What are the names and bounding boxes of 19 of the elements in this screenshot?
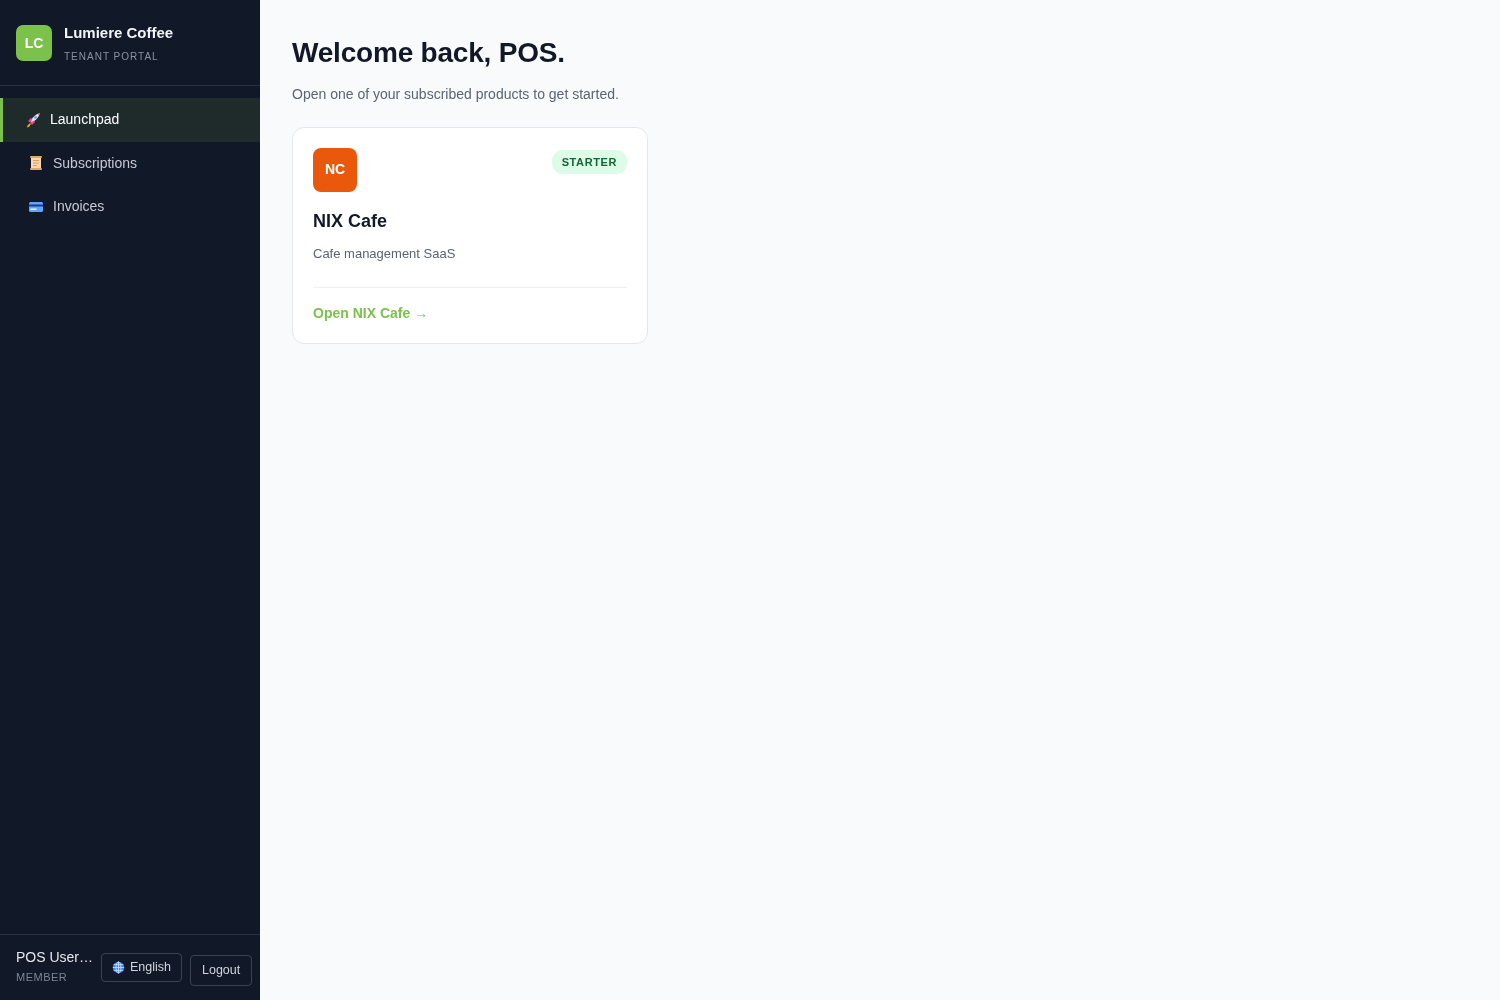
language-button[interactable]: English: [101, 953, 182, 982]
product-logo: NC: [313, 147, 357, 192]
plan-tag: STARTER: [551, 149, 627, 175]
brand-subtitle: TENANT PORTAL: [64, 50, 160, 64]
nav-item[interactable]: Subscriptions: [0, 141, 260, 185]
user-role: MEMBER: [16, 970, 69, 986]
nav-item[interactable]: Invoices: [0, 185, 260, 229]
page-subtitle: Open one of your subscribed products to get started.: [292, 84, 620, 104]
globe-icon: [112, 961, 125, 975]
nav-item[interactable]: Launchpad: [0, 98, 260, 142]
user-name: POS User…: [16, 949, 93, 967]
scroll-icon: [28, 155, 44, 172]
brand-name: Lumiere Coffee: [64, 24, 174, 42]
product-description: Cafe management SaaS: [313, 244, 457, 263]
rocket-icon: [25, 111, 41, 128]
logout-button[interactable]: Logout: [190, 955, 253, 986]
brand-logo: LC: [16, 25, 52, 61]
product-name: NIX Cafe: [313, 209, 389, 233]
page-title: Welcome back, POS.: [292, 36, 566, 70]
